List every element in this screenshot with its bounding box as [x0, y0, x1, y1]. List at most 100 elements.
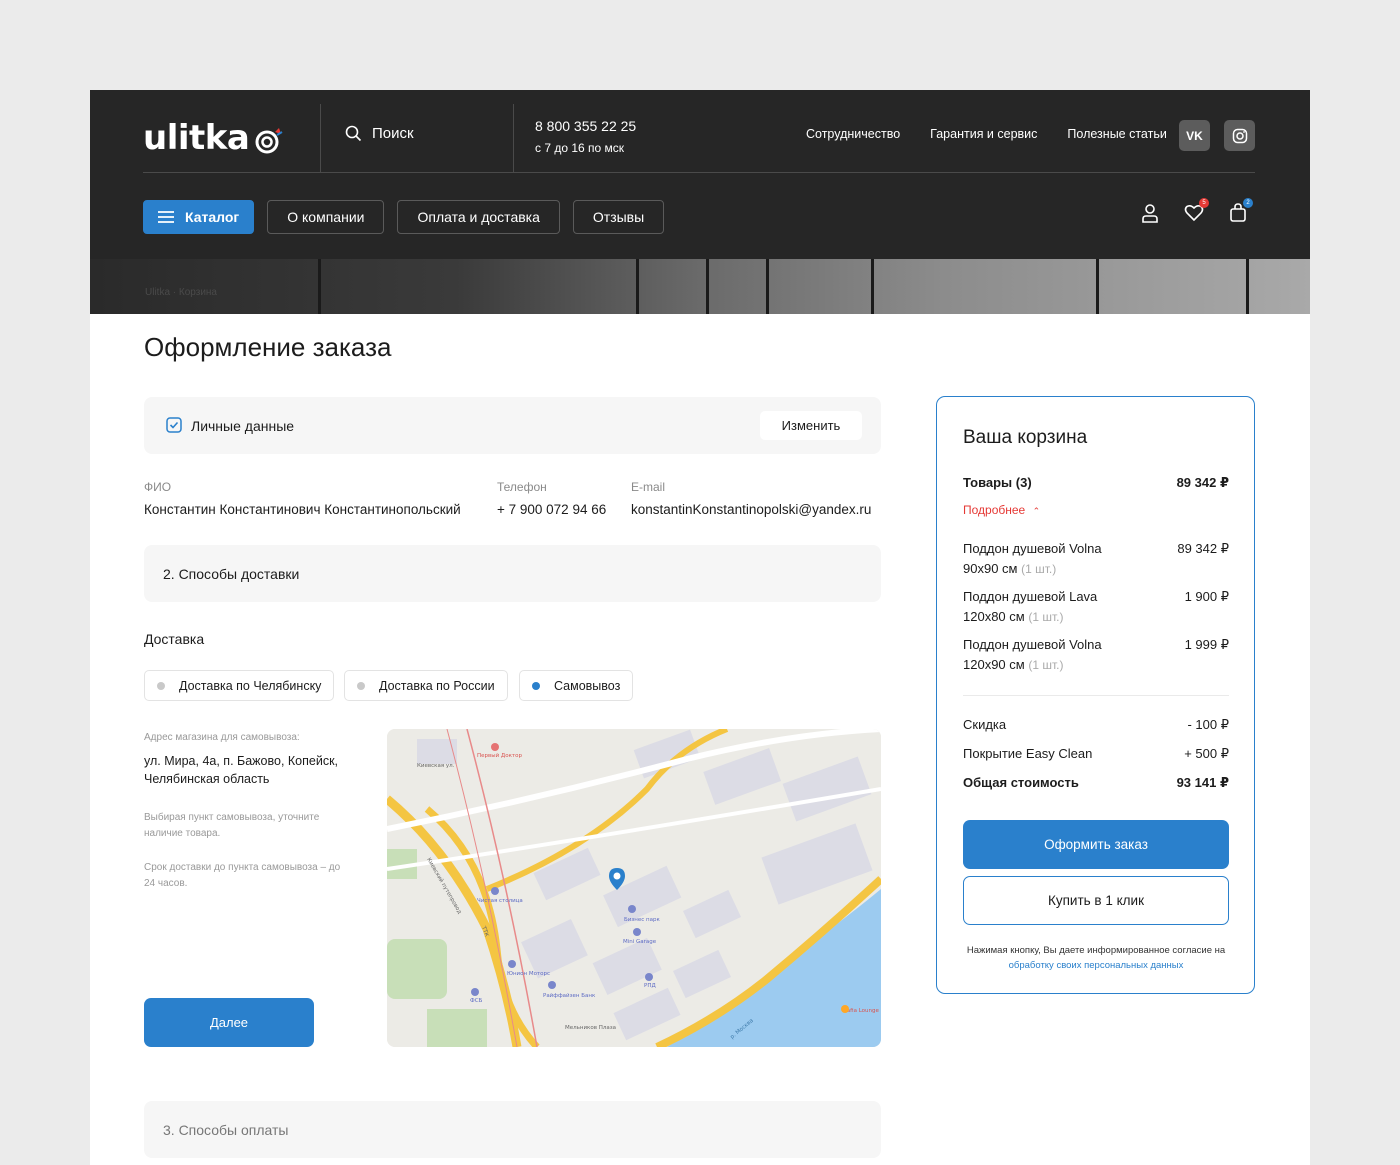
radio-icon [357, 681, 365, 690]
link-articles[interactable]: Полезные статьи [1067, 127, 1166, 141]
map-canvas[interactable]: Киевская ул. Первый Доктор Чистая столиц… [387, 729, 881, 1047]
place-order-button[interactable]: Оформить заказ [963, 820, 1229, 869]
delivery-section-title: 2. Способы доставки [163, 566, 300, 582]
map-label: Первый Доктор [477, 752, 522, 759]
discount-label: Скидка [963, 717, 1007, 732]
radio-selected-icon [532, 681, 540, 690]
vk-button[interactable]: VK [1179, 120, 1210, 151]
coating-row: Покрытие Easy Clean + 500 ₽ [963, 746, 1229, 762]
payment-section-title: 3. Способы оплаты [163, 1122, 289, 1138]
personal-data-title: Личные данные [191, 418, 295, 434]
goods-total: 89 342 ₽ [1176, 475, 1229, 490]
header-divider [320, 104, 321, 172]
link-warranty[interactable]: Гарантия и сервис [930, 127, 1037, 141]
phone-number[interactable]: 8 800 355 22 25 [535, 118, 636, 134]
personal-data-panel: Личные данные Изменить [144, 397, 881, 454]
cart-button[interactable]: 2 [1226, 198, 1253, 225]
page-frame: ulitka Поиск 8 800 355 22 25 с 7 до 16 п… [90, 90, 1310, 1165]
email-value: konstantinKonstantinopolski@yandex.ru [631, 502, 872, 517]
main-nav: Каталог О компании Оплата и доставка Отз… [143, 200, 665, 234]
email-field: E-mail konstantinKonstantinopolski@yande… [631, 480, 871, 517]
map-label: Бизнес парк [624, 917, 660, 923]
delivery-option-chelyabinsk[interactable]: Доставка по Челябинску [144, 670, 335, 701]
top-links: Сотрудничество Гарантия и сервис Полезны… [806, 127, 1167, 141]
banner-decor [636, 259, 639, 314]
map-label: Чистая столица [477, 898, 523, 904]
page-title: Оформление заказа [144, 332, 392, 362]
cart-item-qty: (1 шт.) [1028, 658, 1064, 672]
fio-field: ФИО Константин Константинович Константин… [144, 480, 461, 517]
map-label: Райффайзен Банк [543, 992, 596, 999]
edit-button[interactable]: Изменить [760, 411, 862, 440]
phone-value: + 7 900 072 94 66 [497, 502, 607, 517]
cart-item: Поддон душевой Lava 120х80 см (1 шт.) 1 … [963, 587, 1229, 627]
coating-value: + 500 ₽ [1184, 746, 1229, 761]
email-label: E-mail [631, 480, 666, 494]
header-divider [513, 104, 514, 172]
instagram-button[interactable] [1224, 120, 1255, 151]
logo[interactable]: ulitka [143, 118, 283, 158]
link-cooperation[interactable]: Сотрудничество [806, 127, 900, 141]
nav-about[interactable]: О компании [267, 200, 385, 234]
cart-item-price: 1 999 ₽ [1184, 637, 1229, 652]
user-icon [1142, 204, 1158, 223]
checkbox-checked-icon [166, 417, 182, 433]
search-trigger[interactable]: Поиск [345, 125, 414, 142]
catalog-button[interactable]: Каталог [143, 200, 255, 234]
map-label: Юнион Моторс [507, 971, 550, 977]
cart-item-price: 89 342 ₽ [1177, 541, 1229, 556]
favorites-count-badge: 5 [1199, 198, 1209, 208]
next-button[interactable]: Далее [144, 998, 314, 1047]
banner-decor [706, 259, 709, 314]
nav-reviews[interactable]: Отзывы [572, 200, 665, 234]
more-details-label: Подробнее [963, 503, 1026, 517]
privacy-policy-link[interactable]: обработку своих персональных данных [1009, 960, 1184, 971]
phone-label: Телефон [497, 480, 547, 494]
favorites-button[interactable]: 5 [1182, 198, 1209, 225]
cart-goods-row: Товары (3) 89 342 ₽ [963, 475, 1229, 491]
delivery-option-label: Самовывоз [554, 678, 621, 693]
discount-value: - 100 ₽ [1187, 717, 1229, 732]
banner-decor [1096, 259, 1099, 314]
chevron-up-icon: ⌃ [1032, 506, 1041, 516]
map-label: Мельников Плаза [565, 1025, 616, 1031]
banner-decor [1246, 259, 1249, 314]
hero-banner: Ulitka · Корзина [90, 259, 1310, 314]
goods-label: Товары (3) [963, 475, 1032, 490]
pickup-note: Выбирая пункт самовывоза, уточните налич… [144, 812, 320, 839]
search-icon [345, 125, 362, 142]
pickup-map[interactable]: Киевская ул. Первый Доктор Чистая столиц… [387, 729, 881, 1047]
instagram-icon [1232, 128, 1247, 143]
pickup-info: Адрес магазина для самовывоза: ул. Мира,… [144, 730, 354, 892]
breadcrumb[interactable]: Ulitka · Корзина [145, 287, 217, 298]
coating-label: Покрытие Easy Clean [963, 746, 1093, 761]
account-button[interactable] [1138, 201, 1162, 225]
cart-count-badge: 2 [1243, 198, 1253, 208]
map-label: Киевская ул. [417, 763, 455, 769]
radio-icon [157, 681, 165, 690]
search-label: Поиск [372, 125, 414, 142]
nav-payment-delivery[interactable]: Оплата и доставка [397, 200, 560, 234]
fio-value: Константин Константинович Константинопол… [144, 502, 461, 517]
phone-field: Телефон + 7 900 072 94 66 [497, 480, 606, 517]
banner-decor [318, 259, 321, 314]
more-details-link[interactable]: Подробнее ⌃ [963, 503, 1040, 517]
contact-block: 8 800 355 22 25 с 7 до 16 по мск [535, 118, 636, 155]
site-header: ulitka Поиск 8 800 355 22 25 с 7 до 16 п… [90, 90, 1310, 259]
delivery-option-label: Доставка по Челябинску [179, 678, 322, 693]
buy-one-click-button[interactable]: Купить в 1 клик [963, 876, 1229, 925]
banner-decor [871, 259, 874, 314]
consent-text-body: Нажимая кнопку, Вы даете информированное… [966, 945, 1226, 956]
cart-item-qty: (1 шт.) [1028, 610, 1064, 624]
map-label: Mini Garage [623, 939, 657, 945]
header-divider [143, 172, 1255, 173]
discount-row: Скидка - 100 ₽ [963, 717, 1229, 733]
total-label: Общая стоимость [963, 775, 1079, 790]
delivery-option-russia[interactable]: Доставка по России [344, 670, 508, 701]
pickup-address: ул. Мира, 4а, п. Бажово, Копейск, Челяби… [144, 754, 339, 786]
delivery-option-pickup[interactable]: Самовывоз [519, 670, 634, 701]
map-label: ФСБ [470, 998, 483, 1004]
total-row: Общая стоимость 93 141 ₽ [963, 775, 1229, 791]
catalog-label: Каталог [185, 209, 240, 225]
cart-item-qty: (1 шт.) [1021, 562, 1057, 576]
